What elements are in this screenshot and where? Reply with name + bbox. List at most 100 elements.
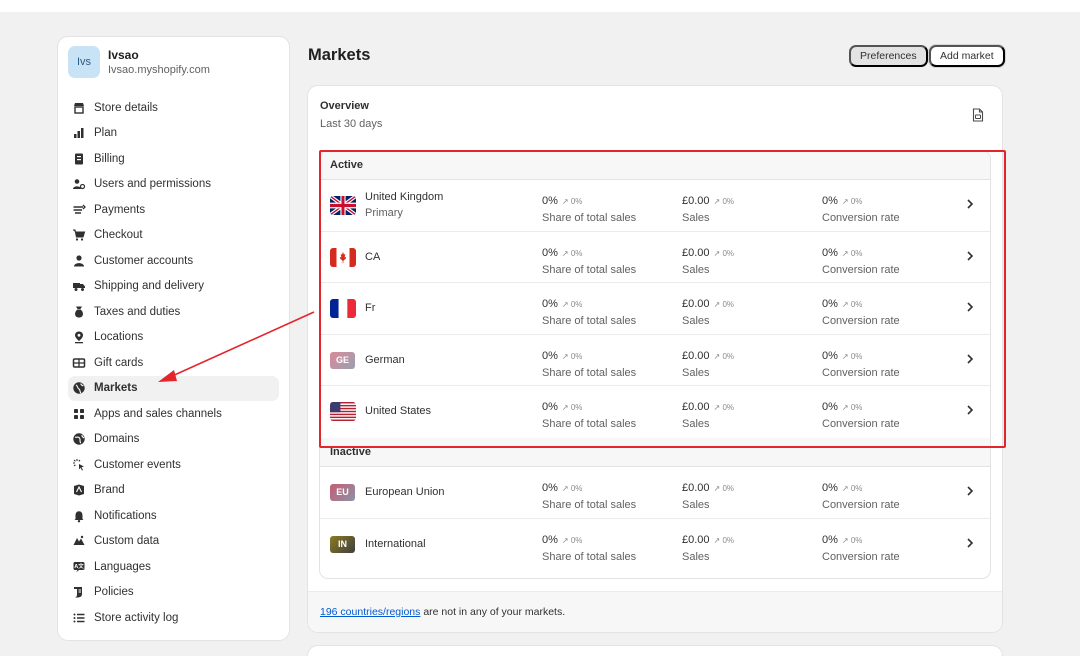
conversion-metric: 0% ↗ 0% Conversion rate xyxy=(822,243,900,276)
conversion-label: Conversion rate xyxy=(822,498,900,511)
sidebar-item-store-activity-log[interactable]: Store activity log xyxy=(68,605,279,631)
sales-metric: £0.00 ↗ 0% Sales xyxy=(682,243,734,276)
market-name: International xyxy=(365,537,426,550)
sidebar-item-plan[interactable]: Plan xyxy=(68,121,279,147)
conversion-label: Conversion rate xyxy=(822,418,900,431)
add-market-button[interactable]: Add market xyxy=(929,45,1005,67)
conversion-delta: ↗ 0% xyxy=(841,403,863,413)
market-badge-icon: IN xyxy=(330,535,355,553)
share-value: 0% xyxy=(542,195,558,207)
market-row-united-kingdom[interactable]: United Kingdom Primary 0% ↗ 0% Share of tota… xyxy=(320,180,990,232)
sales-label: Sales xyxy=(682,212,710,224)
settings-nav: Store details Plan Billing Users and permis… xyxy=(58,95,289,631)
sales-label: Sales xyxy=(682,315,710,328)
brand-icon xyxy=(72,483,86,497)
chevron-right-icon[interactable] xyxy=(966,353,974,365)
conversion-delta: ↗ 0% xyxy=(841,535,863,545)
market-name: CA xyxy=(365,250,381,263)
sidebar-item-apps-and-sales-channels[interactable]: Apps and sales channels xyxy=(68,401,279,427)
market-name: German xyxy=(365,353,405,366)
share-label: Share of total sales xyxy=(542,498,637,511)
sidebar-item-customer-accounts[interactable]: Customer accounts xyxy=(68,248,279,274)
overview-card: Overview Last 30 days Active United King… xyxy=(308,86,1002,632)
market-name: United States xyxy=(365,405,432,418)
sidebar-item-policies[interactable]: Policies xyxy=(68,580,279,606)
sidebar-item-label: Brand xyxy=(94,484,125,497)
share-delta: ↗ 0% xyxy=(561,300,583,310)
share-metric: 0% ↗ 0% Share of total sales xyxy=(542,294,636,327)
sidebar-item-brand[interactable]: Brand xyxy=(68,478,279,504)
sidebar-item-taxes-and-duties[interactable]: Taxes and duties xyxy=(68,299,279,325)
market-row-fr[interactable]: Fr 0% ↗ 0% Share of total sales £0.00 ↗ 0% Sal… xyxy=(320,283,990,335)
us-flag-icon xyxy=(330,402,356,422)
export-report-icon[interactable] xyxy=(972,108,984,122)
sales-metric: £0.00 ↗ 0% Sales xyxy=(682,294,734,327)
chevron-right-icon[interactable] xyxy=(966,301,974,313)
chevron-right-icon[interactable] xyxy=(966,404,974,416)
chevron-right-icon[interactable] xyxy=(966,537,974,549)
market-name: European Union xyxy=(365,485,445,498)
conversion-delta: ↗ 0% xyxy=(841,248,863,258)
payments-icon xyxy=(72,203,86,217)
sidebar-item-label: Markets xyxy=(94,382,138,395)
conversion-value: 0% xyxy=(822,533,838,546)
sales-value: £0.00 xyxy=(682,349,710,362)
market-row-ca[interactable]: CA 0% ↗ 0% Share of total sales £0.00 ↗ 0% Sal… xyxy=(320,232,990,284)
conversion-delta: ↗ 0% xyxy=(841,300,863,310)
market-row-united-states[interactable]: United States 0% ↗ 0% Share of total sales £… xyxy=(320,386,990,438)
conversion-delta: ↗ 0% xyxy=(841,483,863,493)
countries-regions-link[interactable]: 196 countries/regions xyxy=(320,606,420,618)
sidebar-item-markets[interactable]: Markets xyxy=(68,375,279,401)
page-title: Markets xyxy=(308,46,371,64)
sidebar-item-store-details[interactable]: Store details xyxy=(68,95,279,121)
conversion-metric: 0% ↗ 0% Conversion rate xyxy=(822,294,900,327)
sales-value: £0.00 xyxy=(682,533,710,546)
chevron-right-icon[interactable] xyxy=(966,198,974,210)
svg-text:A文: A文 xyxy=(74,562,84,570)
market-row-german[interactable]: GE German 0% ↗ 0% Share of total sales £0.00 ↗… xyxy=(320,335,990,387)
sidebar-item-label: Payments xyxy=(94,203,146,216)
domain-globe-icon xyxy=(72,432,86,446)
sidebar-item-label: Store details xyxy=(94,101,158,114)
sidebar-item-gift-cards[interactable]: Gift cards xyxy=(68,350,279,376)
sidebar-item-billing[interactable]: Billing xyxy=(68,146,279,172)
sidebar-item-payments[interactable]: Payments xyxy=(68,197,279,223)
market-name: Fr xyxy=(365,302,376,315)
chevron-right-icon[interactable] xyxy=(966,250,974,262)
conversion-metric: 0% ↗ 0% Conversion rate xyxy=(822,478,900,511)
billing-icon xyxy=(72,152,86,166)
store-header[interactable]: Ivs Ivsao Ivsao.myshopify.com xyxy=(58,37,289,87)
sidebar-item-users-and-permissions[interactable]: Users and permissions xyxy=(68,172,279,198)
store-name: Ivsao xyxy=(108,47,139,62)
sidebar-item-label: Domains xyxy=(94,433,140,446)
sidebar-item-customer-events[interactable]: Customer events xyxy=(68,452,279,478)
preferences-button[interactable]: Preferences xyxy=(849,45,928,67)
uk-flag-icon xyxy=(330,196,356,215)
france-flag-icon xyxy=(330,299,356,319)
bell-icon xyxy=(72,509,86,523)
sidebar-item-custom-data[interactable]: Custom data xyxy=(68,529,279,555)
market-row-international[interactable]: IN International 0% ↗ 0% Share of total sale… xyxy=(320,519,990,571)
sidebar-item-languages[interactable]: A文 Languages xyxy=(68,554,279,580)
list-icon xyxy=(72,611,86,625)
sales-metric: £0.00 ↗ 0% Sales xyxy=(682,530,734,563)
sidebar-item-locations[interactable]: Locations xyxy=(68,325,279,351)
share-value: 0% xyxy=(542,401,558,414)
sales-metric: £0.00 ↗ 0% Sales xyxy=(682,397,734,430)
sidebar-item-checkout[interactable]: Checkout xyxy=(68,223,279,249)
sales-metric: £0.00 ↗ 0% Sales xyxy=(682,346,734,379)
sales-delta: ↗ 0% xyxy=(713,300,735,310)
share-value: 0% xyxy=(542,533,558,546)
chevron-right-icon[interactable] xyxy=(966,485,974,497)
languages-icon: A文 xyxy=(72,560,86,574)
sidebar-item-domains[interactable]: Domains xyxy=(68,427,279,453)
sales-label: Sales xyxy=(682,263,710,276)
sidebar-item-shipping-and-delivery[interactable]: Shipping and delivery xyxy=(68,274,279,300)
sales-label: Sales xyxy=(682,418,710,431)
conversion-value: 0% xyxy=(822,246,838,259)
sidebar-item-notifications[interactable]: Notifications xyxy=(68,503,279,529)
cart-icon xyxy=(72,228,86,242)
active-section-header: Active xyxy=(320,151,990,180)
market-row-european-union[interactable]: EU European Union 0% ↗ 0% Share of total sal… xyxy=(320,467,990,519)
sales-delta: ↗ 0% xyxy=(713,483,735,493)
